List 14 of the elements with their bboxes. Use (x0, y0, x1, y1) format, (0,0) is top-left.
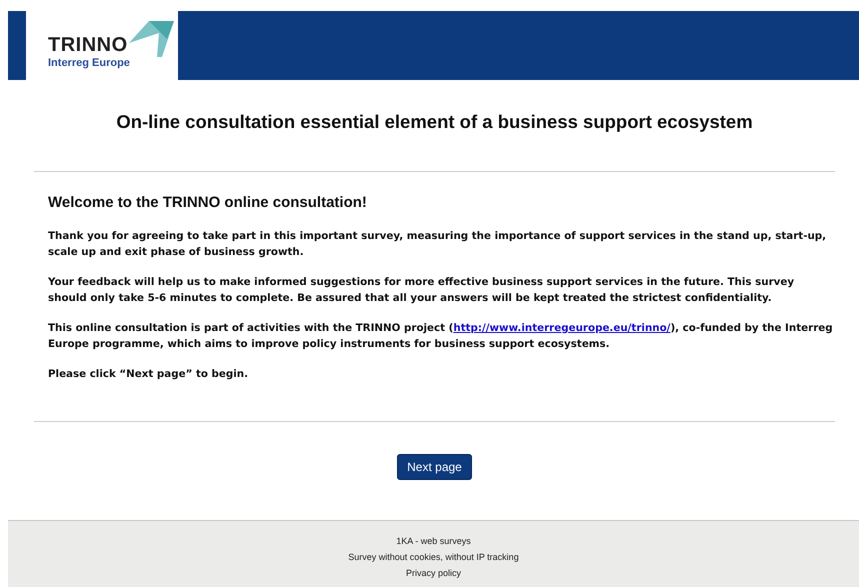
project-link[interactable]: http://www.interregeurope.eu/trinno/ (453, 322, 670, 334)
next-page-button[interactable]: Next page (397, 454, 472, 480)
intro-paragraph: Thank you for agreeing to take part in this important survey, measuring the importance of support services in the stand up, start-up, scale up and exit phase of business growth. (48, 229, 828, 260)
intro-paragraph: Your feedback will help us to make informed suggestions for more effective business support services in the future. This survey should only take 5-6 minutes to complete. Be assured that all your answers will be kept treated the strictest confidentiality. (48, 275, 796, 306)
logo-subtitle: Interreg Europe (48, 57, 131, 69)
logo-name: TRINNO (48, 34, 128, 57)
welcome-heading: Welcome to the TRINNO online consultation! (48, 194, 368, 211)
logo-icon (129, 21, 174, 57)
intro-paragraph: This online consultation is part of activities with the TRINNO project (http://www.interregeurope.eu/trinno/), co-funded by the Interreg Europe programme, which aims to improve policy instruments for business support ecosystems. (48, 321, 834, 352)
footer-text: Survey without cookies, without IP tracking (347, 551, 520, 564)
survey-title: On-line consultation essential element of a business support ecosystem (115, 110, 754, 134)
intro-paragraph: Please click “Next page” to begin. (48, 367, 250, 382)
footer-text: Privacy policy (404, 567, 462, 580)
footer-text: 1KA - web surveys (395, 535, 472, 548)
